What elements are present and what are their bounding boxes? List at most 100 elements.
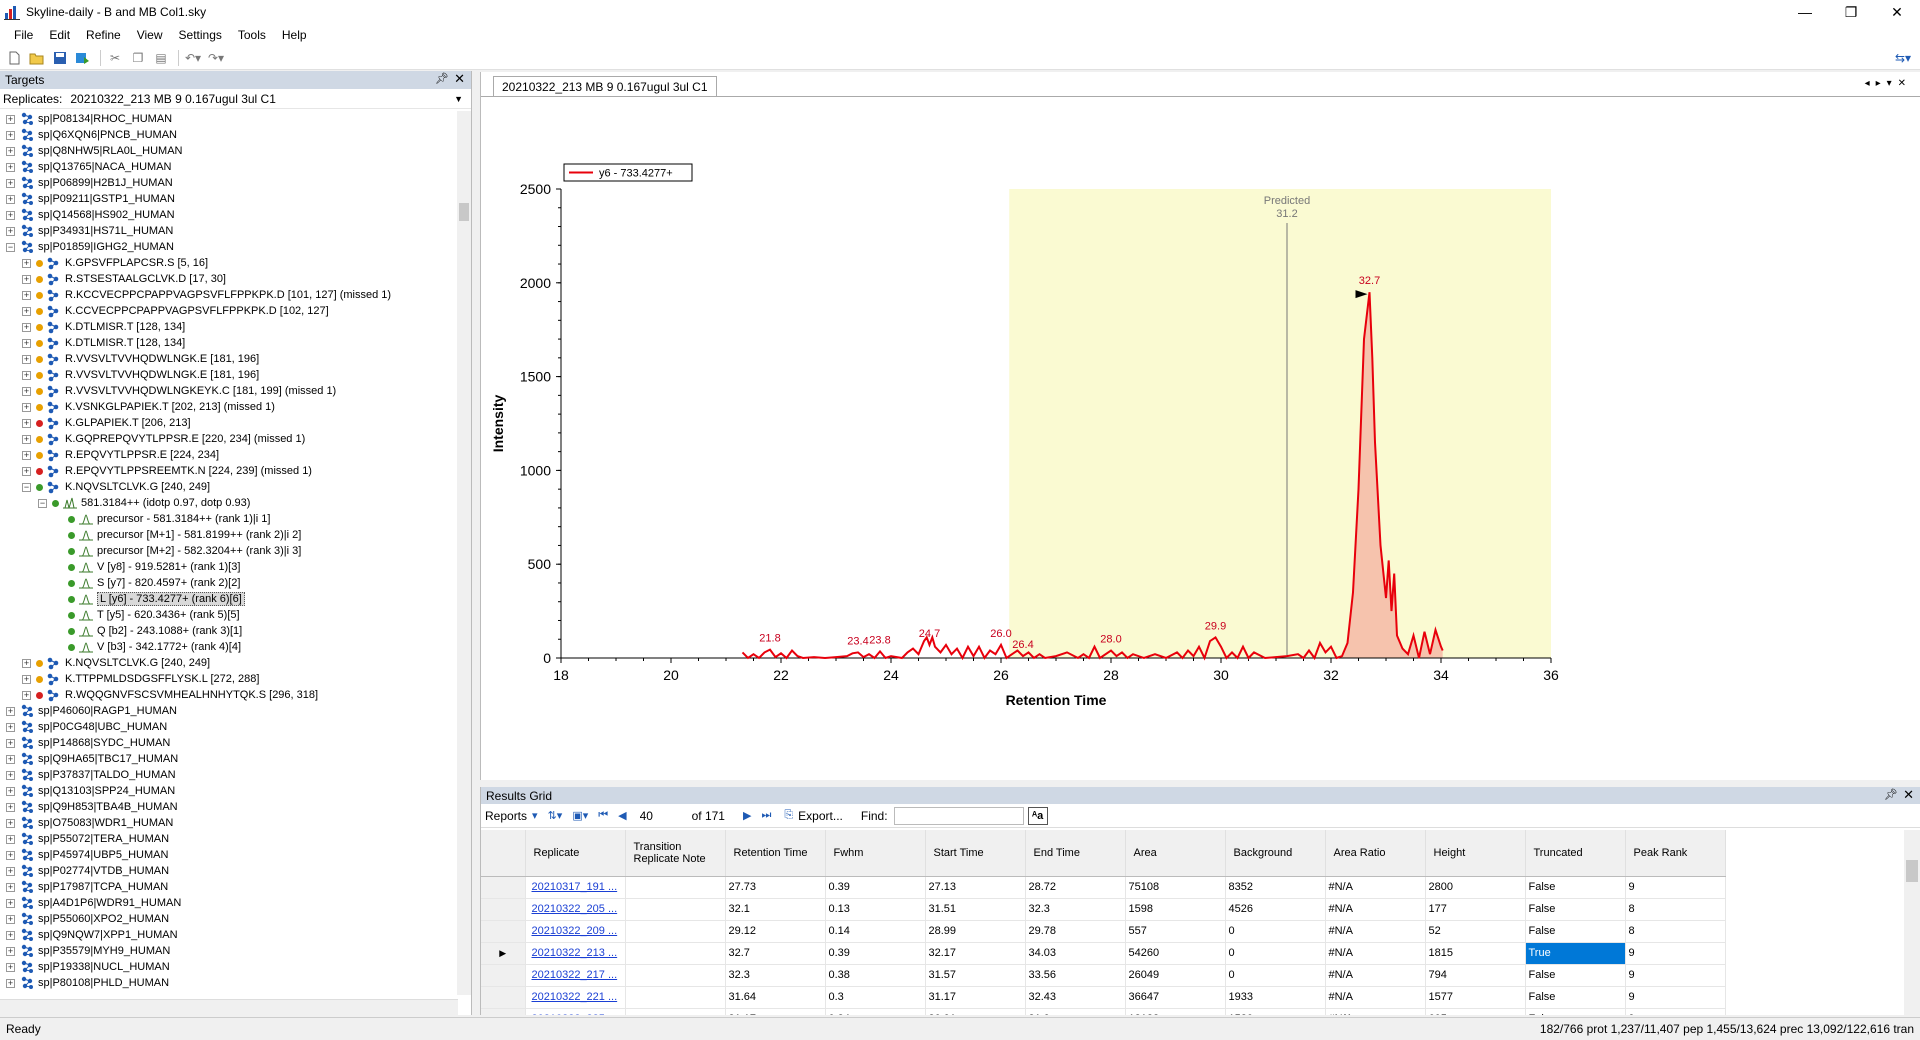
expand-icon[interactable]: + (6, 898, 15, 908)
table-cell[interactable]: 0 (1225, 942, 1326, 965)
table-cell[interactable]: 177 (1425, 898, 1526, 921)
table-cell[interactable]: 75108 (1125, 876, 1226, 899)
precursor-node[interactable]: − 581.3184++ (idotp 0.97, dotp 0.93) (0, 495, 458, 511)
table-cell[interactable]: 12183 (1125, 1008, 1226, 1015)
menu-edit[interactable]: Edit (41, 28, 78, 42)
protein-node[interactable]: + sp|P80108|PHLD_HUMAN (0, 975, 458, 991)
table-cell[interactable]: #N/A (1325, 942, 1426, 965)
close-button[interactable]: ✕ (1874, 0, 1920, 24)
expand-icon[interactable]: + (6, 834, 15, 844)
protein-node[interactable]: + sp|Q9HA65|TBC17_HUMAN (0, 751, 458, 767)
column-header[interactable]: Peak Rank (1625, 830, 1726, 877)
overflow-icon[interactable]: ⇆▾ (1893, 48, 1913, 68)
find-options-icon[interactable]: ᴬa (1027, 806, 1048, 825)
transition-node[interactable]: V [y8] - 919.5281+ (rank 1)[3] (0, 559, 458, 575)
table-cell[interactable]: #N/A (1325, 898, 1426, 921)
transition-node[interactable]: V [b3] - 342.1772+ (rank 4)[4] (0, 639, 458, 655)
transition-node[interactable]: T [y5] - 620.3436+ (rank 5)[5] (0, 607, 458, 623)
table-cell[interactable]: 32.3 (725, 964, 826, 987)
protein-node[interactable]: + sp|P34931|HS71L_HUMAN (0, 223, 458, 239)
protein-node[interactable]: + sp|P02774|VTDB_HUMAN (0, 863, 458, 879)
expand-icon[interactable]: + (6, 114, 15, 124)
expand-icon[interactable]: + (22, 370, 31, 380)
table-cell[interactable]: 31.9 (1025, 1008, 1126, 1015)
protein-node[interactable]: + sp|P19338|NUCL_HUMAN (0, 959, 458, 975)
replicate-link[interactable]: 20210317_191 ... (525, 876, 626, 899)
expand-icon[interactable]: + (6, 818, 15, 828)
table-cell[interactable]: 29.78 (1025, 920, 1126, 943)
expand-icon[interactable]: + (6, 914, 15, 924)
collapse-icon[interactable]: − (6, 242, 15, 252)
peptide-node[interactable]: + R.VVSVLTVVHQDWLNGK.E [181, 196] (0, 351, 458, 367)
export-icon[interactable]: ⎘ (784, 809, 793, 822)
peptide-node[interactable]: + K.DTLMISR.T [128, 134] (0, 319, 458, 335)
protein-node[interactable]: + sp|P46060|RAGP1_HUMAN (0, 703, 458, 719)
pin-icon[interactable]: 📌︎ (435, 72, 449, 85)
table-cell[interactable]: #N/A (1325, 876, 1426, 899)
peptide-node[interactable]: + R.STSESTAALGCLVK.D [17, 30] (0, 271, 458, 287)
column-header[interactable]: Height (1425, 830, 1526, 877)
minimize-button[interactable]: — (1782, 0, 1828, 24)
column-header[interactable]: Retention Time (725, 830, 826, 877)
table-cell[interactable]: 794 (1425, 964, 1526, 987)
tab-nav-icons[interactable]: ◂▸▾✕ (1865, 78, 1912, 89)
expand-icon[interactable]: + (6, 978, 15, 988)
find-input[interactable] (893, 806, 1024, 825)
first-record-icon[interactable]: ⏮ (598, 809, 608, 822)
expand-icon[interactable]: + (6, 226, 15, 236)
tree-hscrollbar[interactable] (0, 999, 458, 1015)
table-cell[interactable]: 32.43 (1025, 986, 1126, 1009)
expand-icon[interactable]: + (6, 146, 15, 156)
peptide-node[interactable]: + K.GQPREPQVYTLPPSR.E [220, 234] (missed … (0, 431, 458, 447)
replicate-link[interactable]: 20210322_205 ... (525, 898, 626, 921)
table-cell[interactable]: 9 (1625, 986, 1726, 1009)
table-row[interactable]: 20210322_225 ... 31.170.3430.9131.9121831… (481, 1008, 1726, 1015)
table-cell[interactable]: #N/A (1325, 920, 1426, 943)
expand-icon[interactable]: + (6, 962, 15, 972)
expand-icon[interactable]: + (6, 706, 15, 716)
expand-icon[interactable]: + (22, 386, 31, 396)
replicate-link[interactable]: 20210322_209 ... (525, 920, 626, 943)
table-cell[interactable] (625, 942, 726, 965)
peptide-node[interactable]: + K.DTLMISR.T [128, 134] (0, 335, 458, 351)
table-cell[interactable]: 9 (1625, 964, 1726, 987)
table-cell[interactable]: 31.17 (725, 1008, 826, 1015)
table-cell[interactable]: #N/A (1325, 964, 1426, 987)
menu-refine[interactable]: Refine (78, 28, 129, 42)
table-cell[interactable] (625, 898, 726, 921)
protein-node[interactable]: + sp|Q9H853|TBA4B_HUMAN (0, 799, 458, 815)
transition-node[interactable]: precursor [M+1] - 581.8199++ (rank 2)|i … (0, 527, 458, 543)
table-cell[interactable]: 8 (1625, 898, 1726, 921)
table-cell[interactable]: 2800 (1425, 876, 1526, 899)
row-header[interactable] (481, 964, 526, 987)
row-header[interactable] (481, 876, 526, 899)
table-cell[interactable]: 9 (1625, 1008, 1726, 1015)
menu-tools[interactable]: Tools (230, 28, 274, 42)
table-cell[interactable]: 32.7 (725, 942, 826, 965)
peptide-node[interactable]: + K.VSNKGLPAPIEK.T [202, 213] (missed 1) (0, 399, 458, 415)
table-cell[interactable]: 557 (1125, 920, 1226, 943)
maximize-button[interactable]: ❐ (1828, 0, 1874, 24)
table-row[interactable]: 20210322_205 ... 32.1 0.13 31.51 32.3 1598 452… (481, 898, 1726, 921)
table-cell[interactable]: 31.64 (725, 986, 826, 1009)
table-cell[interactable]: #N/A (1325, 1008, 1426, 1015)
table-cell[interactable]: 27.73 (725, 876, 826, 899)
chart-doc-tab[interactable]: 20210322_213 MB 9 0.167ugul 3ul C1 (493, 76, 717, 96)
expand-icon[interactable]: + (6, 786, 15, 796)
replicates-selector[interactable]: Replicates: 20210322_213 MB 9 0.167ugul … (0, 89, 471, 109)
expand-icon[interactable]: + (6, 866, 15, 876)
table-cell[interactable] (625, 920, 726, 943)
protein-node[interactable]: + sp|P08134|RHOC_HUMAN (0, 111, 458, 127)
table-cell[interactable]: 31.51 (925, 898, 1026, 921)
table-cell[interactable]: 9 (1625, 942, 1726, 965)
protein-node[interactable]: + sp|Q6XQN6|PNCB_HUMAN (0, 127, 458, 143)
peptide-node[interactable]: + R.WQQGNVFSCSVMHEALHNHYTQK.S [296, 318] (0, 687, 458, 703)
pin-icon[interactable]: 📌︎ (1884, 788, 1898, 801)
expand-icon[interactable]: + (6, 178, 15, 188)
column-header[interactable]: Background (1225, 830, 1326, 877)
expand-icon[interactable]: + (6, 130, 15, 140)
table-cell[interactable] (625, 1008, 726, 1015)
expand-icon[interactable]: + (22, 450, 31, 460)
expand-icon[interactable]: + (6, 210, 15, 220)
expand-icon[interactable]: + (22, 690, 31, 700)
